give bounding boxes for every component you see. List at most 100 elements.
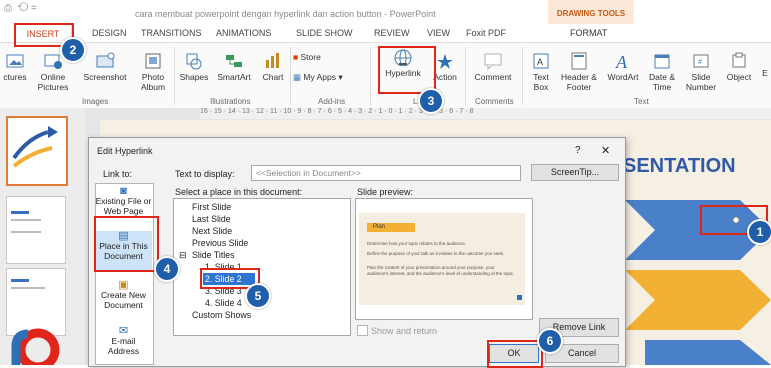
header-footer-button[interactable]: Header & Footer bbox=[558, 52, 600, 92]
close-button[interactable]: ✕ bbox=[601, 144, 610, 157]
link-existing-file[interactable]: ◙ Existing File or Web Page bbox=[95, 185, 152, 217]
slide-thumbnail[interactable] bbox=[6, 196, 66, 264]
my-apps-button[interactable]: ▦ My Apps ▾ bbox=[293, 72, 363, 82]
text-box-label: Text Box bbox=[533, 72, 549, 92]
link-email-address[interactable]: ✉ E-mail Address bbox=[95, 325, 152, 357]
date-time-button[interactable]: Date & Time bbox=[645, 52, 679, 92]
link-existing-file-label: Existing File or Web Page bbox=[95, 196, 152, 216]
tree-item-next-slide[interactable]: Next Slide bbox=[192, 226, 232, 236]
preview-line: Determine how your topic relates to the … bbox=[367, 241, 467, 246]
tab-format[interactable]: FORMAT bbox=[570, 28, 607, 38]
tree-collapse-icon[interactable]: ⊟ bbox=[179, 250, 186, 261]
object-label: Object bbox=[726, 72, 752, 82]
my-apps-icon: ▦ bbox=[293, 72, 302, 82]
text-box-button[interactable]: A Text Box bbox=[528, 52, 554, 92]
tree-item-last-slide[interactable]: Last Slide bbox=[192, 214, 231, 224]
text-box-icon: A bbox=[533, 53, 549, 69]
group-images: Images bbox=[82, 97, 109, 106]
smartart-button[interactable]: SmartArt bbox=[212, 52, 256, 82]
slide-number-button[interactable]: # Slide Number bbox=[682, 52, 720, 92]
my-apps-label: My Apps bbox=[303, 72, 337, 82]
object-icon bbox=[732, 52, 746, 68]
preview-marker-icon bbox=[517, 295, 522, 300]
store-button[interactable]: ■ Store bbox=[293, 52, 343, 62]
store-icon: ■ bbox=[293, 52, 299, 62]
wordart-button[interactable]: A WordArt bbox=[603, 52, 643, 82]
object-button[interactable]: Object bbox=[722, 52, 756, 82]
action-label: Action bbox=[433, 72, 457, 82]
tab-slide-show[interactable]: SLIDE SHOW bbox=[296, 28, 353, 38]
annotation-box-place-in-document bbox=[94, 216, 159, 272]
shapes-label: Shapes bbox=[179, 72, 209, 82]
link-email-address-label: E-mail Address bbox=[107, 336, 140, 356]
text-to-display-value: <<Selection in Document>> bbox=[256, 168, 361, 178]
slide-number-icon: # bbox=[693, 54, 709, 68]
comment-label: Comment bbox=[474, 72, 512, 82]
drawing-tools-label: DRAWING TOOLS bbox=[556, 9, 626, 18]
pictures-icon bbox=[6, 54, 24, 68]
dialog-title: Edit Hyperlink bbox=[97, 146, 153, 156]
pictures-button[interactable]: ctures bbox=[0, 52, 30, 82]
chart-button[interactable]: Chart bbox=[257, 52, 289, 82]
online-pictures-label: Online Pictures bbox=[37, 72, 69, 92]
text-to-display-label: Text to display: bbox=[175, 169, 235, 179]
slide-preview-label: Slide preview: bbox=[357, 187, 414, 197]
photo-album-icon bbox=[145, 53, 161, 69]
new-document-icon: ▣ bbox=[118, 279, 129, 291]
shapes-button[interactable]: Shapes bbox=[177, 52, 211, 82]
group-text: Text bbox=[634, 97, 649, 106]
smartart-label: SmartArt bbox=[217, 72, 251, 82]
email-icon: ✉ bbox=[118, 325, 129, 337]
tab-animations[interactable]: ANIMATIONS bbox=[216, 28, 271, 38]
tab-foxit-pdf[interactable]: Foxit PDF bbox=[466, 28, 506, 38]
smartart-icon bbox=[226, 55, 242, 67]
tree-item-first-slide[interactable]: First Slide bbox=[192, 202, 231, 212]
slide-thumbnail[interactable] bbox=[6, 116, 68, 186]
globe-document-icon: ◙ bbox=[120, 185, 127, 197]
show-and-return-checkbox[interactable] bbox=[357, 325, 368, 336]
text-to-display-input[interactable]: <<Selection in Document>> bbox=[251, 165, 521, 181]
tab-view[interactable]: VIEW bbox=[427, 28, 450, 38]
step-badge-4: 4 bbox=[154, 256, 180, 282]
tab-review[interactable]: REVIEW bbox=[374, 28, 410, 38]
place-label: Select a place in this document: bbox=[175, 187, 303, 197]
step-badge-6: 6 bbox=[537, 328, 563, 354]
group-comments: Comments bbox=[475, 97, 514, 106]
tree-item-previous-slide[interactable]: Previous Slide bbox=[192, 238, 248, 248]
ribbon-separator bbox=[522, 47, 523, 105]
equation-button[interactable]: E bbox=[760, 68, 770, 78]
chart-label: Chart bbox=[262, 72, 284, 82]
step-badge-5: 5 bbox=[245, 283, 271, 309]
slide-number-label: Slide Number bbox=[685, 72, 717, 92]
shapes-icon bbox=[186, 53, 202, 70]
tree-item-custom-shows[interactable]: Custom Shows bbox=[192, 310, 251, 320]
preview-line: Plan the content of your presentation ar… bbox=[367, 265, 515, 276]
wordart-label: WordArt bbox=[607, 72, 639, 82]
comment-icon bbox=[484, 53, 502, 70]
slide-thumbnail-image bbox=[11, 211, 41, 233]
tree-item-slide-4[interactable]: 4. Slide 4 bbox=[205, 298, 242, 308]
annotation-box-hyperlink bbox=[378, 46, 436, 94]
help-button[interactable]: ? bbox=[575, 145, 581, 156]
preview-heading: Plan bbox=[367, 223, 415, 232]
slide-preview-box: Plan Determine how your topic relates to… bbox=[355, 198, 533, 320]
slide-title: SENTATION bbox=[623, 155, 736, 177]
tab-design[interactable]: DESIGN bbox=[92, 28, 127, 38]
chart-icon bbox=[266, 53, 279, 68]
tab-transitions[interactable]: TRANSITIONS bbox=[141, 28, 202, 38]
photo-album-button[interactable]: Photo Album bbox=[133, 52, 173, 92]
quick-access-toolbar[interactable]: ⎙ ⟲ = bbox=[4, 3, 37, 14]
action-icon bbox=[437, 54, 453, 69]
preview-line: Define the purpose of your talk as it re… bbox=[367, 251, 505, 256]
link-create-new-document[interactable]: ▣ Create New Document bbox=[95, 279, 152, 311]
link-to-label: Link to: bbox=[103, 169, 133, 179]
screenshot-button[interactable]: Screenshot bbox=[78, 52, 132, 82]
screenshot-label: Screenshot bbox=[83, 72, 127, 82]
store-label: Store bbox=[300, 52, 321, 62]
comment-button[interactable]: Comment bbox=[468, 52, 518, 82]
annotation-box-ok bbox=[487, 340, 543, 368]
link-create-new-document-label: Create New Document bbox=[101, 290, 146, 310]
screentip-button[interactable]: ScreenTip... bbox=[531, 164, 619, 181]
slide-preview-image: Plan Determine how your topic relates to… bbox=[359, 213, 525, 305]
tree-item-slide-titles[interactable]: Slide Titles bbox=[192, 250, 235, 260]
